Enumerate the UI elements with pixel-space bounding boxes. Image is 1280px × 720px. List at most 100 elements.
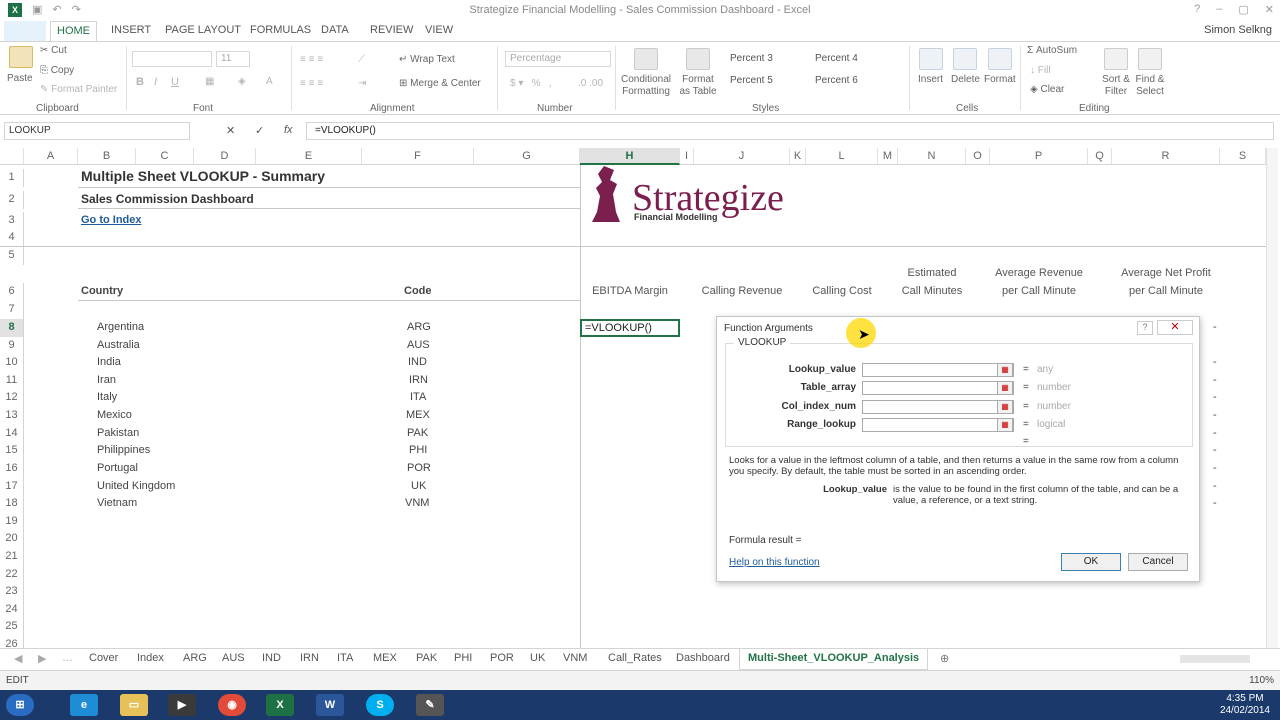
- go-to-index-link[interactable]: Go to Index: [81, 214, 142, 226]
- word-taskbar-icon[interactable]: W: [316, 694, 344, 716]
- help-icon[interactable]: ?: [1194, 3, 1200, 16]
- sheet-tab[interactable]: Dashboard: [676, 652, 730, 664]
- row-header[interactable]: 7: [0, 301, 24, 319]
- italic-button[interactable]: I: [154, 76, 157, 88]
- column-header[interactable]: I: [680, 148, 694, 165]
- column-header[interactable]: L: [806, 148, 878, 165]
- delete-cells-button[interactable]: Delete: [951, 74, 980, 85]
- indent-icon[interactable]: ⇥: [358, 78, 366, 89]
- column-header[interactable]: G: [474, 148, 580, 165]
- format-as-table-icon[interactable]: [686, 48, 710, 70]
- row-header[interactable]: 2: [0, 191, 24, 209]
- prev-sheet-icon[interactable]: ◀: [14, 652, 22, 665]
- collapse-dialog-icon[interactable]: ▦: [997, 418, 1013, 432]
- conditional-formatting-icon[interactable]: [634, 48, 658, 70]
- name-box[interactable]: LOOKUP: [4, 122, 190, 140]
- paste-button[interactable]: Paste: [7, 73, 33, 84]
- row-header[interactable]: 11: [0, 372, 24, 390]
- column-header[interactable]: J: [694, 148, 790, 165]
- media-player-icon[interactable]: ▶: [168, 694, 196, 716]
- font-name-combo[interactable]: [132, 51, 212, 67]
- column-header[interactable]: C: [136, 148, 194, 165]
- number-format-combo[interactable]: Percentage: [505, 51, 611, 67]
- next-sheet-icon[interactable]: ▶: [38, 652, 46, 665]
- font-size-combo[interactable]: 11: [216, 51, 250, 67]
- column-header[interactable]: S: [1220, 148, 1266, 165]
- row-header[interactable]: 1: [0, 169, 24, 187]
- arg-input-table-array[interactable]: [862, 381, 1014, 395]
- row-header[interactable]: 17: [0, 478, 24, 496]
- paste-icon[interactable]: [9, 46, 33, 68]
- delete-cells-icon[interactable]: [953, 48, 977, 70]
- horizontal-scrollbar[interactable]: [1180, 655, 1250, 663]
- style-percent-4[interactable]: Percent 4: [809, 49, 891, 69]
- column-header[interactable]: R: [1112, 148, 1220, 165]
- select-all-corner[interactable]: [0, 148, 24, 165]
- column-header[interactable]: Q: [1088, 148, 1112, 165]
- start-button-icon[interactable]: ⊞: [6, 694, 34, 716]
- app-taskbar-icon[interactable]: ✎: [416, 694, 444, 716]
- sheet-tab[interactable]: IND: [262, 652, 281, 664]
- help-on-function-link[interactable]: Help on this function: [729, 557, 820, 568]
- merge-center-button[interactable]: ⊞ Merge & Center: [399, 78, 481, 89]
- tab-view[interactable]: VIEW: [425, 24, 453, 36]
- column-header[interactable]: D: [194, 148, 256, 165]
- sheet-tab[interactable]: Call_Rates: [608, 652, 662, 664]
- dialog-close-button[interactable]: ✕: [1157, 320, 1193, 335]
- find-select-button[interactable]: Find & Select: [1130, 74, 1170, 98]
- ok-button[interactable]: OK: [1061, 553, 1121, 571]
- align-top-icon[interactable]: ≡ ≡ ≡: [300, 54, 323, 65]
- bold-button[interactable]: B: [136, 76, 144, 88]
- style-percent-5[interactable]: Percent 5: [724, 71, 806, 91]
- row-header[interactable]: 25: [0, 618, 24, 636]
- zoom-level[interactable]: 110%: [1249, 675, 1274, 686]
- close-icon[interactable]: ✕: [1265, 3, 1274, 16]
- sheet-tab[interactable]: Cover: [89, 652, 118, 664]
- tab-insert[interactable]: INSERT: [111, 24, 151, 36]
- sheet-tab[interactable]: IRN: [300, 652, 319, 664]
- function-arguments-dialog[interactable]: Function Arguments ? ✕ VLOOKUP Lookup_va…: [716, 316, 1200, 582]
- insert-cells-button[interactable]: Insert: [918, 74, 943, 85]
- row-header[interactable]: 18: [0, 495, 24, 513]
- fill-color-icon[interactable]: ◈: [238, 76, 246, 87]
- user-name[interactable]: Simon Selkng: [1204, 24, 1272, 36]
- column-header[interactable]: B: [78, 148, 136, 165]
- cancel-formula-icon[interactable]: ✕: [226, 124, 235, 137]
- style-percent-3[interactable]: Percent 3: [724, 49, 806, 69]
- excel-taskbar-icon[interactable]: X: [266, 694, 294, 716]
- sort-filter-button[interactable]: Sort & Filter: [1099, 74, 1133, 98]
- autosum-button[interactable]: Σ AutoSum: [1027, 45, 1077, 56]
- font-color-icon[interactable]: A: [266, 76, 273, 87]
- format-cells-icon[interactable]: [988, 48, 1012, 70]
- sheet-tab[interactable]: ARG: [183, 652, 207, 664]
- arg-input-col-index-num[interactable]: [862, 400, 1014, 414]
- formula-input[interactable]: =VLOOKUP(): [306, 122, 1274, 140]
- row-header-selected[interactable]: 8: [0, 319, 24, 337]
- row-header[interactable]: 13: [0, 407, 24, 425]
- format-as-table-button[interactable]: Format as Table: [676, 74, 720, 98]
- add-sheet-icon[interactable]: ⊕: [940, 652, 949, 665]
- sheet-tab[interactable]: UK: [530, 652, 545, 664]
- column-header[interactable]: E: [256, 148, 362, 165]
- row-header[interactable]: 3: [0, 212, 24, 230]
- tab-file[interactable]: [4, 21, 46, 41]
- row-header[interactable]: 22: [0, 566, 24, 584]
- sheet-tab[interactable]: PHI: [454, 652, 472, 664]
- conditional-formatting-button[interactable]: Conditional Formatting: [620, 74, 672, 98]
- arg-input-lookup-value[interactable]: [862, 363, 1014, 377]
- orientation-icon[interactable]: ⟋: [358, 54, 365, 65]
- column-header[interactable]: A: [24, 148, 78, 165]
- sheet-tab[interactable]: POR: [490, 652, 514, 664]
- dialog-help-icon[interactable]: ?: [1137, 321, 1153, 335]
- row-header[interactable]: 12: [0, 389, 24, 407]
- row-header[interactable]: 9: [0, 337, 24, 355]
- wrap-text-button[interactable]: ↵ Wrap Text: [399, 54, 455, 65]
- sheet-tab[interactable]: ITA: [337, 652, 353, 664]
- underline-button[interactable]: U: [171, 76, 179, 88]
- fill-button[interactable]: ↓ Fill: [1030, 65, 1051, 76]
- column-header[interactable]: M: [878, 148, 898, 165]
- tab-home[interactable]: HOME: [50, 21, 97, 42]
- copy-button[interactable]: ⎘ Copy: [40, 65, 74, 76]
- insert-function-icon[interactable]: fx: [284, 124, 293, 136]
- active-cell-h8[interactable]: =VLOOKUP(): [580, 319, 680, 337]
